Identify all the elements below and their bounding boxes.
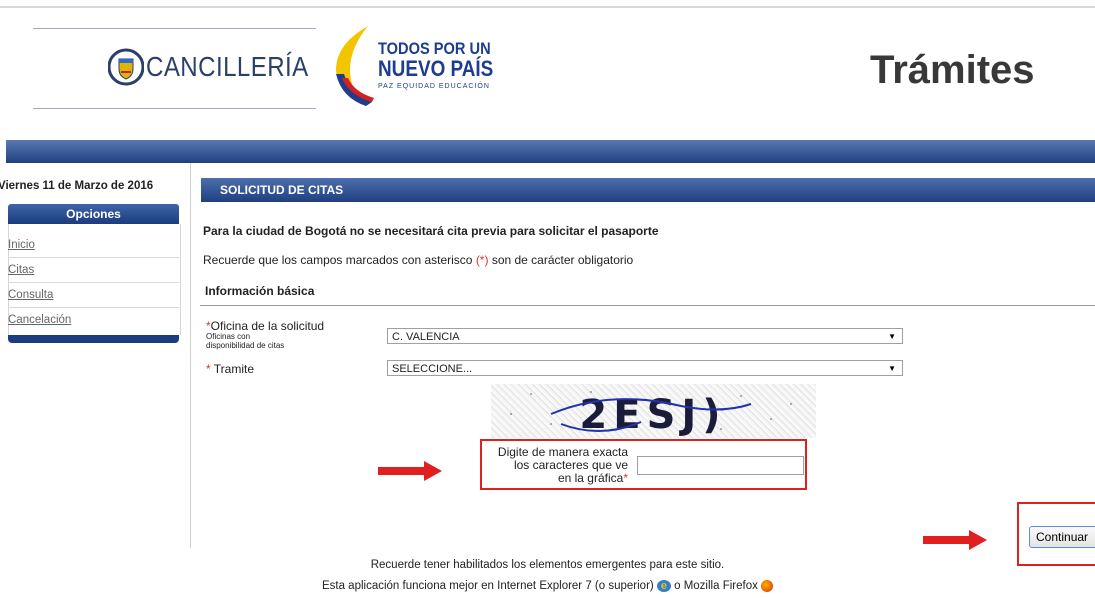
slogan: TODOS POR UN NUEVO PAÍS PAZ EQUIDAD EDUC… xyxy=(378,40,512,90)
captcha-label: Digite de manera exacta los caracteres q… xyxy=(484,446,628,485)
office-select[interactable]: C. VALENCIA ▼ xyxy=(387,328,903,344)
popup-notice: Recuerde tener habilitados los elementos… xyxy=(370,559,725,571)
captcha-input[interactable] xyxy=(637,456,804,475)
required-note-post: son de carácter obligatorio xyxy=(488,253,634,267)
top-divider xyxy=(0,6,1095,8)
office-sublabel-1: Oficinas con xyxy=(206,332,251,341)
sidebar-item-inicio[interactable]: Inicio xyxy=(8,232,179,258)
options-heading: Opciones xyxy=(8,204,179,224)
info-heading: Información básica xyxy=(205,284,315,298)
continue-button[interactable]: Continuar xyxy=(1029,526,1095,548)
sidebar-item-consulta[interactable]: Consulta xyxy=(8,282,179,308)
column-divider xyxy=(190,163,191,548)
office-select-value: C. VALENCIA xyxy=(392,331,460,343)
tramite-select-value: SELECCIONE... xyxy=(392,363,473,375)
captcha-required-mark: * xyxy=(623,471,628,485)
tramite-label-text: Tramite xyxy=(210,362,255,376)
todos-por-un-nuevo-pais-logo xyxy=(328,24,378,108)
browser-notice: Esta aplicación funciona mejor en Intern… xyxy=(0,580,1095,592)
required-fields-note: Recuerde que los campos marcados con ast… xyxy=(203,253,633,267)
bogota-notice: Para la ciudad de Bogotá no se necesitar… xyxy=(203,224,659,238)
firefox-icon xyxy=(761,580,774,592)
header-line-bottom xyxy=(33,108,316,109)
chevron-down-icon: ▼ xyxy=(888,332,896,341)
sidebar-item-cancelacion[interactable]: Cancelación xyxy=(8,307,179,332)
current-date: Viernes 11 de Marzo de 2016 xyxy=(0,180,154,192)
options-menu-footer xyxy=(8,335,179,343)
coat-of-arms-icon xyxy=(107,47,145,87)
sidebar-link-cancelacion[interactable]: Cancelación xyxy=(8,314,71,326)
tramite-select[interactable]: SELECCIONE... ▼ xyxy=(387,360,903,376)
internet-explorer-icon: e xyxy=(656,580,671,592)
sidebar-link-consulta[interactable]: Consulta xyxy=(8,289,53,301)
slogan-line2: NUEVO PAÍS xyxy=(378,56,494,81)
office-label: *Oficina de la solicitud Oficinas con di… xyxy=(206,320,324,350)
office-sublabel-2: disponibilidad de citas xyxy=(206,341,285,350)
arrow-right-icon xyxy=(378,461,442,481)
sidebar-link-inicio[interactable]: Inicio xyxy=(8,239,35,251)
required-mark: (*) xyxy=(475,253,489,267)
tramite-label: * Tramite xyxy=(206,362,254,376)
sidebar-item-citas[interactable]: Citas xyxy=(8,257,179,283)
chevron-down-icon: ▼ xyxy=(888,364,896,373)
slogan-line1: TODOS POR UN xyxy=(378,39,491,58)
captcha-image: 2ESJ) xyxy=(491,384,816,438)
browser-notice-firefox: o Mozilla Firefox xyxy=(670,580,762,593)
cancilleria-logo-text: CANCILLERÍA xyxy=(146,51,309,82)
slogan-line3: PAZ EQUIDAD EDUCACIÓN xyxy=(378,83,490,90)
tramites-title: Trámites xyxy=(870,48,1035,92)
sidebar-link-citas[interactable]: Citas xyxy=(8,264,34,276)
header-nav-bar xyxy=(6,140,1095,163)
captcha-label-line3: en la gráfica xyxy=(557,471,624,485)
section-title: SOLICITUD DE CITAS xyxy=(201,178,1095,202)
office-label-text: Oficina de la solicitud xyxy=(210,319,325,333)
browser-notice-ie: Esta aplicación funciona mejor en Intern… xyxy=(321,580,657,593)
required-note-pre: Recuerde que los campos marcados con ast… xyxy=(203,253,476,267)
info-divider xyxy=(200,305,1095,306)
arrow-right-icon xyxy=(923,530,987,550)
header-line-top xyxy=(33,28,316,29)
